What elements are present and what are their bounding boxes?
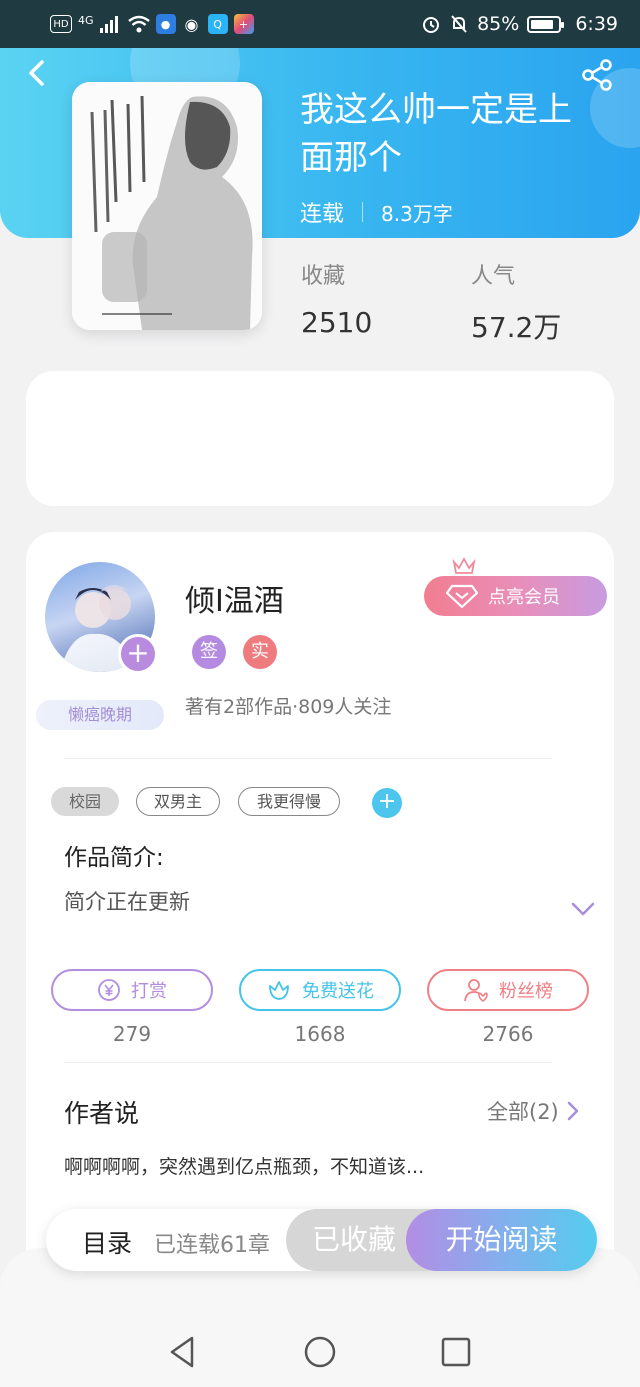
hd-icon: HD xyxy=(50,15,72,33)
send-flower-button[interactable]: 免费送花 xyxy=(239,969,401,1011)
author-works: 著有2部作品·809人关注 xyxy=(185,696,392,718)
fan-rank-count: 2766 xyxy=(482,1022,534,1046)
tag-chip[interactable]: 校园 xyxy=(51,787,119,816)
book-cover[interactable] xyxy=(72,82,262,330)
chevron-right-icon xyxy=(567,1101,578,1121)
intro-text: 简介正在更新 xyxy=(64,890,190,914)
book-meta: 连载 8.3万字 xyxy=(300,196,453,228)
bulb-app-icon: ● xyxy=(155,14,176,34)
chevron-down-icon[interactable] xyxy=(570,898,596,920)
author-name[interactable]: 倾I温酒 xyxy=(185,576,284,620)
chapter-count[interactable]: 已连载61章 xyxy=(154,1227,270,1259)
tip-count: 279 xyxy=(112,1022,152,1046)
tag-chip[interactable]: 我更得慢 xyxy=(238,787,340,816)
book-status: 连载 xyxy=(300,202,345,227)
wechat-icon: ◉ xyxy=(184,14,199,34)
send-flower-label: 免费送花 xyxy=(302,981,374,1002)
follow-plus-button[interactable]: + xyxy=(118,634,158,674)
colorful-app-icon: + xyxy=(233,14,254,34)
alarm-icon xyxy=(423,17,440,33)
divider xyxy=(64,1062,552,1063)
popularity-value: 57.2万 xyxy=(471,311,562,344)
start-reading-button[interactable]: 开始阅读 xyxy=(406,1209,597,1271)
author-badge: 懒癌晚期 xyxy=(36,700,164,730)
signed-tag: 签 xyxy=(192,635,226,669)
book-title: 我这么帅一定是上面那个 xyxy=(300,90,572,178)
flower-count: 1668 xyxy=(294,1022,346,1046)
see-all-link[interactable]: 全部(2) xyxy=(487,1096,579,1126)
diamond-icon xyxy=(446,584,478,608)
word-count: 8.3万字 xyxy=(381,201,453,226)
verified-tag: 实 xyxy=(243,635,277,669)
yen-coin-icon xyxy=(98,979,120,1001)
battery-percent: 85% xyxy=(477,13,520,35)
author-says-excerpt[interactable]: 啊啊啊啊，突然遇到亿点瓶颈，不知道该... xyxy=(64,1152,424,1179)
popularity-stat: 人气 57.2万 xyxy=(471,258,561,346)
search-app-icon: Q xyxy=(207,14,228,34)
nav-home-icon[interactable] xyxy=(300,1332,340,1372)
empty-card xyxy=(26,371,614,506)
fan-rank-button[interactable]: 粉丝榜 xyxy=(427,969,589,1011)
nav-back-icon[interactable] xyxy=(164,1332,204,1372)
wifi-icon xyxy=(127,15,150,33)
signal-icon xyxy=(99,16,118,33)
vip-membership-button[interactable]: 点亮会员 xyxy=(424,576,607,616)
popularity-label: 人气 xyxy=(471,264,516,289)
fan-rank-icon xyxy=(464,979,488,1003)
clock: 6:39 xyxy=(575,13,618,35)
tip-button[interactable]: 打赏 xyxy=(51,969,213,1011)
mute-bell-icon xyxy=(451,15,467,33)
flower-icon xyxy=(269,981,289,1000)
favorites-label: 收藏 xyxy=(301,264,346,289)
author-says-title: 作者说 xyxy=(64,1099,140,1128)
intro-title: 作品简介: xyxy=(64,845,164,871)
fan-rank-label: 粉丝榜 xyxy=(499,981,553,1002)
favorites-value: 2510 xyxy=(301,306,373,339)
status-bar: HD 4G ● ◉ Q + 85% 6:39 xyxy=(0,0,640,48)
table-of-contents-button[interactable]: 目录 xyxy=(82,1224,132,1260)
vip-button-label: 点亮会员 xyxy=(488,587,560,608)
crown-icon xyxy=(452,557,476,574)
battery-icon xyxy=(527,15,565,33)
cover-illustration xyxy=(72,82,262,330)
see-all-label: 全部(2) xyxy=(487,1100,559,1124)
network-type: 4G xyxy=(78,13,94,27)
tag-chip[interactable]: 双男主 xyxy=(136,787,220,816)
nav-recents-icon[interactable] xyxy=(436,1332,476,1372)
tip-label: 打赏 xyxy=(131,981,167,1002)
divider xyxy=(64,758,552,759)
add-tag-button[interactable]: + xyxy=(372,788,402,818)
back-icon[interactable] xyxy=(22,58,52,88)
meta-divider xyxy=(362,202,364,222)
favorites-stat: 收藏 2510 xyxy=(301,258,372,339)
